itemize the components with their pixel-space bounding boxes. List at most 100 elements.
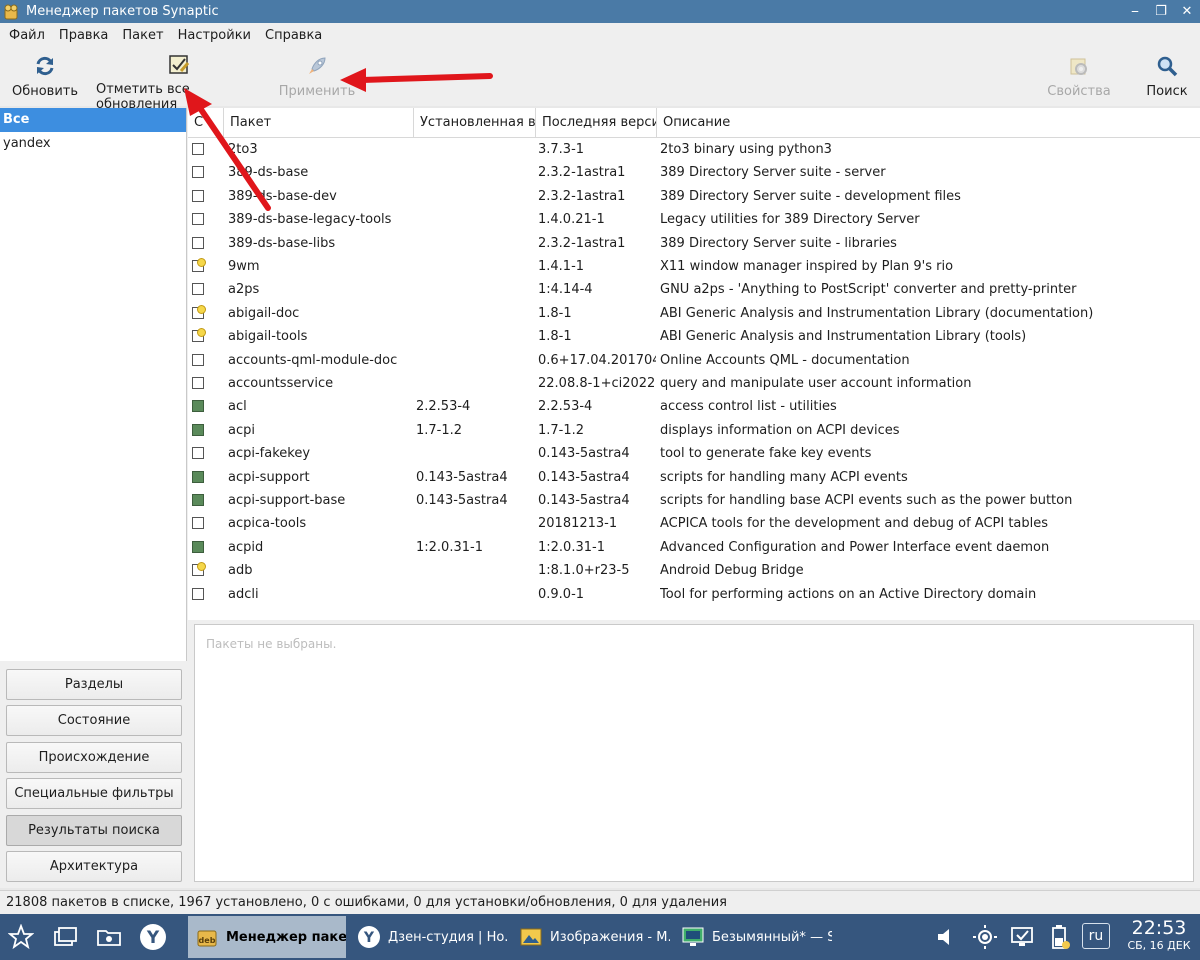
search-results-button[interactable]: Результаты поиска xyxy=(6,815,182,846)
minimize-icon[interactable]: ⎯ xyxy=(1122,4,1148,19)
table-row[interactable]: 389-ds-base-dev 2.3.2-1astra1 389 Director… xyxy=(188,186,1200,209)
col-latest-version[interactable]: Последняя версия xyxy=(536,108,657,138)
table-row[interactable]: acpi-fakekey 0.143-5astra4 tool to generat… xyxy=(188,443,1200,466)
table-row[interactable]: 389-ds-base 2.3.2-1astra1 389 Directory Se… xyxy=(188,162,1200,185)
package-name: accountsservice xyxy=(228,376,334,391)
network-icon[interactable] xyxy=(1008,922,1038,952)
latest-version: 3.7.3-1 xyxy=(538,142,585,157)
package-status-checkbox[interactable] xyxy=(192,517,204,529)
reload-button[interactable]: Обновить xyxy=(10,54,80,102)
file-manager-icon[interactable] xyxy=(94,922,124,952)
package-status-checkbox[interactable] xyxy=(192,166,204,178)
table-row[interactable]: 389-ds-base-libs 2.3.2-1astra1 389 Directo… xyxy=(188,233,1200,256)
svg-text:Y: Y xyxy=(146,928,160,948)
package-status-checkbox[interactable] xyxy=(192,447,204,459)
package-status-checkbox[interactable] xyxy=(192,377,204,389)
package-status-checkbox[interactable] xyxy=(192,424,204,436)
package-status-checkbox[interactable] xyxy=(192,190,204,202)
menu-settings[interactable]: Настройки xyxy=(171,28,258,43)
table-row[interactable]: accountsservice 22.08.8-1+ci2022090 query … xyxy=(188,373,1200,396)
sections-button[interactable]: Разделы xyxy=(6,669,182,700)
status-button[interactable]: Состояние xyxy=(6,705,182,736)
task-label: Безымянный* — S... xyxy=(712,929,832,945)
package-status-checkbox[interactable] xyxy=(192,400,204,412)
table-row[interactable]: adcli 0.9.0-1 Tool for performing actions … xyxy=(188,584,1200,607)
menu-package[interactable]: Пакет xyxy=(115,28,170,43)
task-images[interactable]: Изображения - М... xyxy=(512,916,670,958)
start-menu-icon[interactable] xyxy=(6,922,36,952)
table-row[interactable]: acpi-support-base 0.143-5astra4 0.143-5ast… xyxy=(188,490,1200,513)
col-description[interactable]: Описание xyxy=(657,108,1200,138)
menu-edit[interactable]: Правка xyxy=(52,28,115,43)
package-status-checkbox[interactable] xyxy=(192,494,204,506)
table-row[interactable]: accounts-qml-module-doc 0.6+17.04.2017040… xyxy=(188,350,1200,373)
close-icon[interactable]: ✕ xyxy=(1174,4,1200,19)
package-name: acl xyxy=(228,399,247,414)
task-dzen[interactable]: Y Дзен-студия | Но... xyxy=(350,916,508,958)
package-status-checkbox[interactable] xyxy=(192,541,204,553)
latest-version: 1.4.0.21-1 xyxy=(538,212,605,227)
table-row[interactable]: acpica-tools 20181213-1 ACPICA tools for t… xyxy=(188,513,1200,536)
table-row[interactable]: 2to3 3.7.3-1 2to3 binary using python3 xyxy=(188,139,1200,162)
table-row[interactable]: acpi-support 0.143-5astra4 0.143-5astra4 sc… xyxy=(188,467,1200,490)
package-description: scripts for handling many ACPI events xyxy=(660,470,908,485)
svg-text:deb: deb xyxy=(199,936,216,945)
task-synaptic[interactable]: deb Менеджер пакет... xyxy=(188,916,346,958)
table-row[interactable]: acl 2.2.53-4 2.2.53-4 access control list -… xyxy=(188,396,1200,419)
package-status-checkbox[interactable] xyxy=(192,305,206,319)
category-all[interactable]: Все xyxy=(0,108,186,132)
latest-version: 1:8.1.0+r23-5 xyxy=(538,563,630,578)
package-status-checkbox[interactable] xyxy=(192,143,204,155)
latest-version: 20181213-1 xyxy=(538,516,618,531)
package-status-checkbox[interactable] xyxy=(192,237,204,249)
table-row[interactable]: a2ps 1:4.14-4 GNU a2ps - 'Anything to Post… xyxy=(188,279,1200,302)
package-status-checkbox[interactable] xyxy=(192,328,206,342)
image-viewer-icon xyxy=(518,924,544,950)
table-row[interactable]: 9wm 1.4.1-1 X11 window manager inspired by… xyxy=(188,256,1200,279)
package-name: acpi xyxy=(228,423,255,438)
package-status-checkbox[interactable] xyxy=(192,588,204,600)
clock[interactable]: 22:53 СБ, 16 ДЕК xyxy=(1124,917,1194,953)
brightness-icon[interactable] xyxy=(970,922,1000,952)
table-row[interactable]: acpi 1.7-1.2 1.7-1.2 displays information o… xyxy=(188,420,1200,443)
latest-version: 2.3.2-1astra1 xyxy=(538,189,626,204)
menu-help[interactable]: Справка xyxy=(258,28,329,43)
windows-switcher-icon[interactable] xyxy=(50,922,80,952)
col-package[interactable]: Пакет xyxy=(224,108,414,138)
table-row[interactable]: abigail-doc 1.8-1 ABI Generic Analysis and… xyxy=(188,303,1200,326)
architecture-button[interactable]: Архитектура xyxy=(6,851,182,882)
search-button[interactable]: Поиск xyxy=(1140,54,1194,102)
keyboard-layout-indicator[interactable]: ru xyxy=(1082,923,1110,949)
installed-version: 0.143-5astra4 xyxy=(416,470,508,485)
package-status-checkbox[interactable] xyxy=(192,354,204,366)
mark-upgrades-icon xyxy=(167,54,191,76)
origin-button[interactable]: Происхождение xyxy=(6,742,182,773)
table-row[interactable]: 389-ds-base-legacy-tools 1.4.0.21-1 Legacy… xyxy=(188,209,1200,232)
task-screenshot[interactable]: Безымянный* — S... xyxy=(674,916,832,958)
volume-icon[interactable] xyxy=(932,922,962,952)
mark-all-upgrades-button[interactable]: Отметить все обновления xyxy=(96,54,262,112)
installed-version: 2.2.53-4 xyxy=(416,399,471,414)
package-description: displays information on ACPI devices xyxy=(660,423,900,438)
package-name: adb xyxy=(228,563,253,578)
table-row[interactable]: abigail-tools 1.8-1 ABI Generic Analysis a… xyxy=(188,326,1200,349)
package-description: query and manipulate user account inform… xyxy=(660,376,972,391)
table-row[interactable]: acpid 1:2.0.31-1 1:2.0.31-1 Advanced Config… xyxy=(188,537,1200,560)
package-status-checkbox[interactable] xyxy=(192,283,204,295)
custom-filters-button[interactable]: Специальные фильтры xyxy=(6,778,182,809)
package-status-checkbox[interactable] xyxy=(192,213,204,225)
yandex-browser-icon[interactable]: Y xyxy=(138,922,168,952)
maximize-icon[interactable]: ❐ xyxy=(1148,4,1174,19)
package-status-checkbox[interactable] xyxy=(192,258,206,272)
package-status-checkbox[interactable] xyxy=(192,562,206,576)
table-row[interactable]: adb 1:8.1.0+r23-5 Android Debug Bridge xyxy=(188,560,1200,583)
col-installed-version[interactable]: Установленная вер xyxy=(414,108,536,138)
package-description: ABI Generic Analysis and Instrumentation… xyxy=(660,329,1027,344)
menu-file[interactable]: Файл xyxy=(2,28,52,43)
col-status[interactable]: С xyxy=(188,108,224,138)
category-yandex[interactable]: yandex xyxy=(0,132,186,156)
package-status-checkbox[interactable] xyxy=(192,471,204,483)
apply-button[interactable]: Применить xyxy=(278,54,356,102)
properties-button[interactable]: Свойства xyxy=(1044,54,1114,102)
battery-icon[interactable] xyxy=(1044,922,1074,952)
